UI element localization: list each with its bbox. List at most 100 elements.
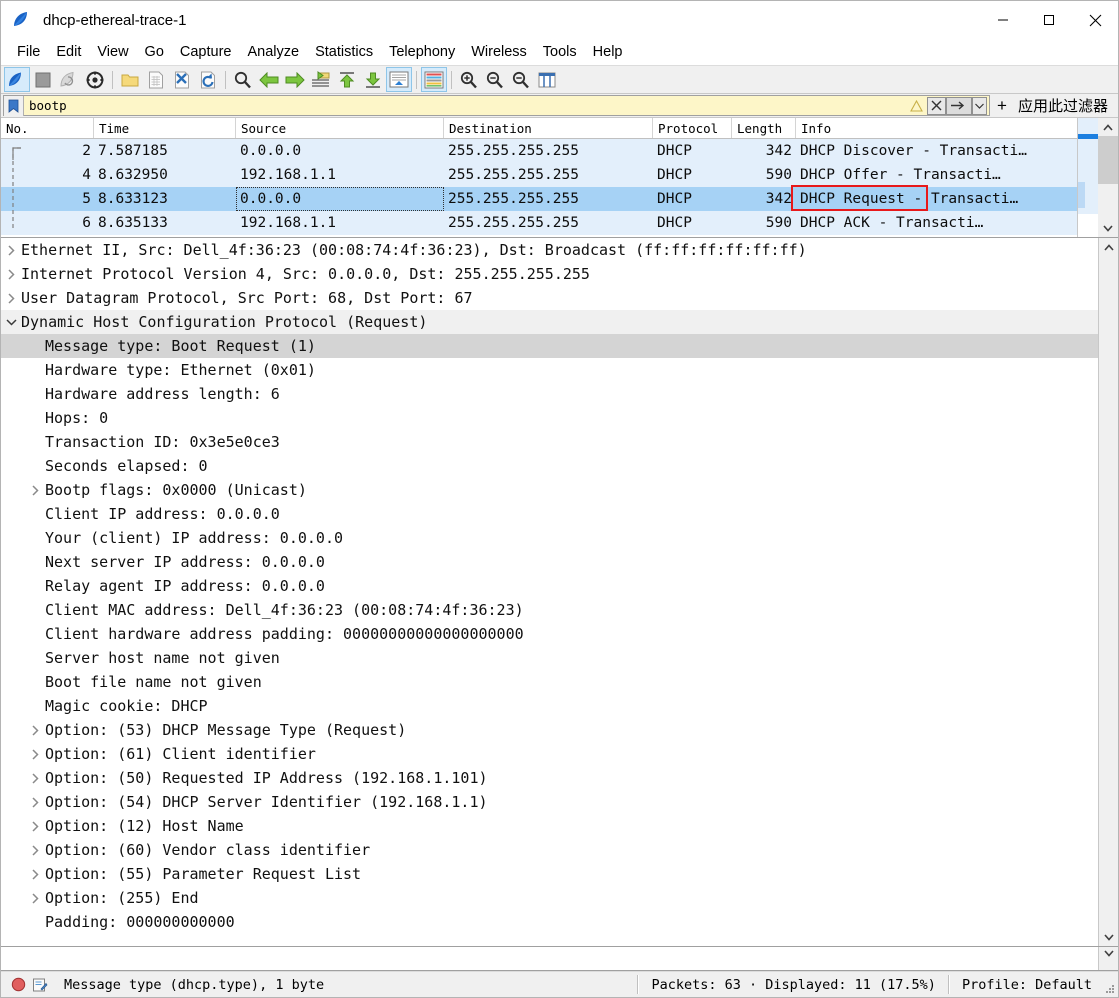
packet-row[interactable]: 2 7.587185 0.0.0.0 255.255.255.255 DHCP 342 DH… xyxy=(1,139,1077,163)
detail-scroll-track[interactable] xyxy=(1099,256,1118,928)
resize-grip-icon[interactable] xyxy=(1102,972,1118,997)
detail-tree-row[interactable]: Option: (55) Parameter Request List xyxy=(1,862,1098,886)
packet-row[interactable]: 6 8.635133 192.168.1.1 255.255.255.255 DHCP 5… xyxy=(1,211,1077,235)
open-file-icon[interactable] xyxy=(117,67,143,92)
detail-tree-row[interactable]: Option: (50) Requested IP Address (192.1… xyxy=(1,766,1098,790)
column-header-info[interactable]: Info xyxy=(796,118,1081,138)
menu-item-analyze[interactable]: Analyze xyxy=(239,41,307,63)
chevron-right-icon[interactable] xyxy=(1,292,21,304)
go-to-packet-icon[interactable] xyxy=(308,67,334,92)
chevron-right-icon[interactable] xyxy=(25,748,45,760)
packet-row[interactable]: 5 8.633123 0.0.0.0 255.255.255.255 DHCP 342 DH… xyxy=(1,187,1077,211)
restart-capture-icon[interactable] xyxy=(56,67,82,92)
display-filter-input[interactable]: bootp xyxy=(3,95,990,116)
resize-columns-icon[interactable] xyxy=(534,67,560,92)
menu-item-help[interactable]: Help xyxy=(585,41,631,63)
chevron-right-icon[interactable] xyxy=(25,772,45,784)
detail-tree-row[interactable]: Server host name not given xyxy=(1,646,1098,670)
detail-tree-row[interactable]: Seconds elapsed: 0 xyxy=(1,454,1098,478)
detail-tree-row[interactable]: Magic cookie: DHCP xyxy=(1,694,1098,718)
filter-text-value[interactable]: bootp xyxy=(24,98,907,113)
close-button[interactable] xyxy=(1072,1,1118,39)
detail-tree-row[interactable]: Client MAC address: Dell_4f:36:23 (00:08… xyxy=(1,598,1098,622)
capture-options-icon[interactable] xyxy=(82,67,108,92)
chevron-right-icon[interactable] xyxy=(25,844,45,856)
save-file-icon[interactable] xyxy=(143,67,169,92)
detail-tree-row[interactable]: Ethernet II, Src: Dell_4f:36:23 (00:08:7… xyxy=(1,238,1098,262)
auto-scroll-icon[interactable] xyxy=(386,67,412,92)
packet-list-scroll-thumb[interactable] xyxy=(1098,136,1118,184)
menu-item-view[interactable]: View xyxy=(89,41,136,63)
go-forward-icon[interactable] xyxy=(282,67,308,92)
menu-item-tools[interactable]: Tools xyxy=(535,41,585,63)
menu-item-telephony[interactable]: Telephony xyxy=(381,41,463,63)
expert-info-button[interactable] xyxy=(1,972,30,997)
menu-item-file[interactable]: File xyxy=(9,41,48,63)
packet-list-scroll-track[interactable] xyxy=(1098,136,1118,219)
detail-tree-row[interactable]: Option: (54) DHCP Server Identifier (192… xyxy=(1,790,1098,814)
clear-filter-icon[interactable] xyxy=(926,96,946,115)
chevron-right-icon[interactable] xyxy=(25,796,45,808)
chevron-right-icon[interactable] xyxy=(1,268,21,280)
chevron-right-icon[interactable] xyxy=(25,820,45,832)
detail-tree-row[interactable]: Next server IP address: 0.0.0.0 xyxy=(1,550,1098,574)
menu-item-edit[interactable]: Edit xyxy=(48,41,89,63)
column-header-destination[interactable]: Destination xyxy=(444,118,653,138)
column-header-no[interactable]: No. xyxy=(1,118,94,138)
detail-tree-row[interactable]: Padding: 000000000000 xyxy=(1,910,1098,934)
detail-tree-row[interactable]: Hops: 0 xyxy=(1,406,1098,430)
start-capture-icon[interactable] xyxy=(4,67,30,92)
packet-list-scrollbar[interactable] xyxy=(1098,118,1118,237)
menu-item-capture[interactable]: Capture xyxy=(172,41,240,63)
detail-tree-row[interactable]: Client hardware address padding: 0000000… xyxy=(1,622,1098,646)
detail-tree-row[interactable]: Boot file name not given xyxy=(1,670,1098,694)
go-to-last-packet-icon[interactable] xyxy=(360,67,386,92)
go-to-first-packet-icon[interactable] xyxy=(334,67,360,92)
menu-item-wireless[interactable]: Wireless xyxy=(463,41,535,63)
chevron-right-icon[interactable] xyxy=(25,868,45,880)
scroll-up-arrow-icon[interactable] xyxy=(1098,118,1118,136)
stop-capture-icon[interactable] xyxy=(30,67,56,92)
column-header-length[interactable]: Length xyxy=(732,118,796,138)
status-profile[interactable]: Profile: Default xyxy=(952,972,1102,997)
go-back-icon[interactable] xyxy=(256,67,282,92)
zoom-out-icon[interactable] xyxy=(482,67,508,92)
detail-tree-row[interactable]: Relay agent IP address: 0.0.0.0 xyxy=(1,574,1098,598)
close-file-icon[interactable] xyxy=(169,67,195,92)
menu-item-statistics[interactable]: Statistics xyxy=(307,41,381,63)
detail-tree-row[interactable]: Option: (60) Vendor class identifier xyxy=(1,838,1098,862)
detail-tree-row[interactable]: Hardware address length: 6 xyxy=(1,382,1098,406)
detail-tree-row[interactable]: Hardware type: Ethernet (0x01) xyxy=(1,358,1098,382)
bytes-scroll-down-arrow-icon[interactable] xyxy=(1098,947,1118,970)
chevron-right-icon[interactable] xyxy=(1,244,21,256)
apply-filter-arrow-icon[interactable] xyxy=(945,96,972,115)
detail-tree-row[interactable]: Message type: Boot Request (1) xyxy=(1,334,1098,358)
detail-scroll-down-arrow-icon[interactable] xyxy=(1099,928,1118,946)
filter-history-caret-icon[interactable] xyxy=(971,96,987,115)
detail-scroll-up-arrow-icon[interactable] xyxy=(1099,238,1118,256)
detail-tree-row[interactable]: Your (client) IP address: 0.0.0.0 xyxy=(1,526,1098,550)
packet-row[interactable]: 4 8.632950 192.168.1.1 255.255.255.255 DHCP 5… xyxy=(1,163,1077,187)
column-header-protocol[interactable]: Protocol xyxy=(653,118,732,138)
capture-comment-button[interactable] xyxy=(30,972,54,997)
maximize-button[interactable] xyxy=(1026,1,1072,39)
detail-tree-row[interactable]: Option: (53) DHCP Message Type (Request) xyxy=(1,718,1098,742)
column-header-time[interactable]: Time xyxy=(94,118,236,138)
detail-tree-row[interactable]: User Datagram Protocol, Src Port: 68, Ds… xyxy=(1,286,1098,310)
reload-file-icon[interactable] xyxy=(195,67,221,92)
packet-detail-scrollbar[interactable] xyxy=(1098,238,1118,946)
menu-item-go[interactable]: Go xyxy=(137,41,172,63)
chevron-down-icon[interactable] xyxy=(1,318,21,327)
bookmark-icon[interactable] xyxy=(4,95,24,116)
detail-tree-row[interactable]: Transaction ID: 0x3e5e0ce3 xyxy=(1,430,1098,454)
detail-tree-row[interactable]: Bootp flags: 0x0000 (Unicast) xyxy=(1,478,1098,502)
chevron-right-icon[interactable] xyxy=(25,724,45,736)
find-packet-icon[interactable] xyxy=(230,67,256,92)
detail-tree-row[interactable]: Dynamic Host Configuration Protocol (Req… xyxy=(1,310,1098,334)
chevron-right-icon[interactable] xyxy=(25,892,45,904)
detail-tree-row[interactable]: Option: (12) Host Name xyxy=(1,814,1098,838)
detail-tree-row[interactable]: Option: (61) Client identifier xyxy=(1,742,1098,766)
column-header-source[interactable]: Source xyxy=(236,118,444,138)
minimize-button[interactable] xyxy=(980,1,1026,39)
colorize-packets-icon[interactable] xyxy=(421,67,447,92)
